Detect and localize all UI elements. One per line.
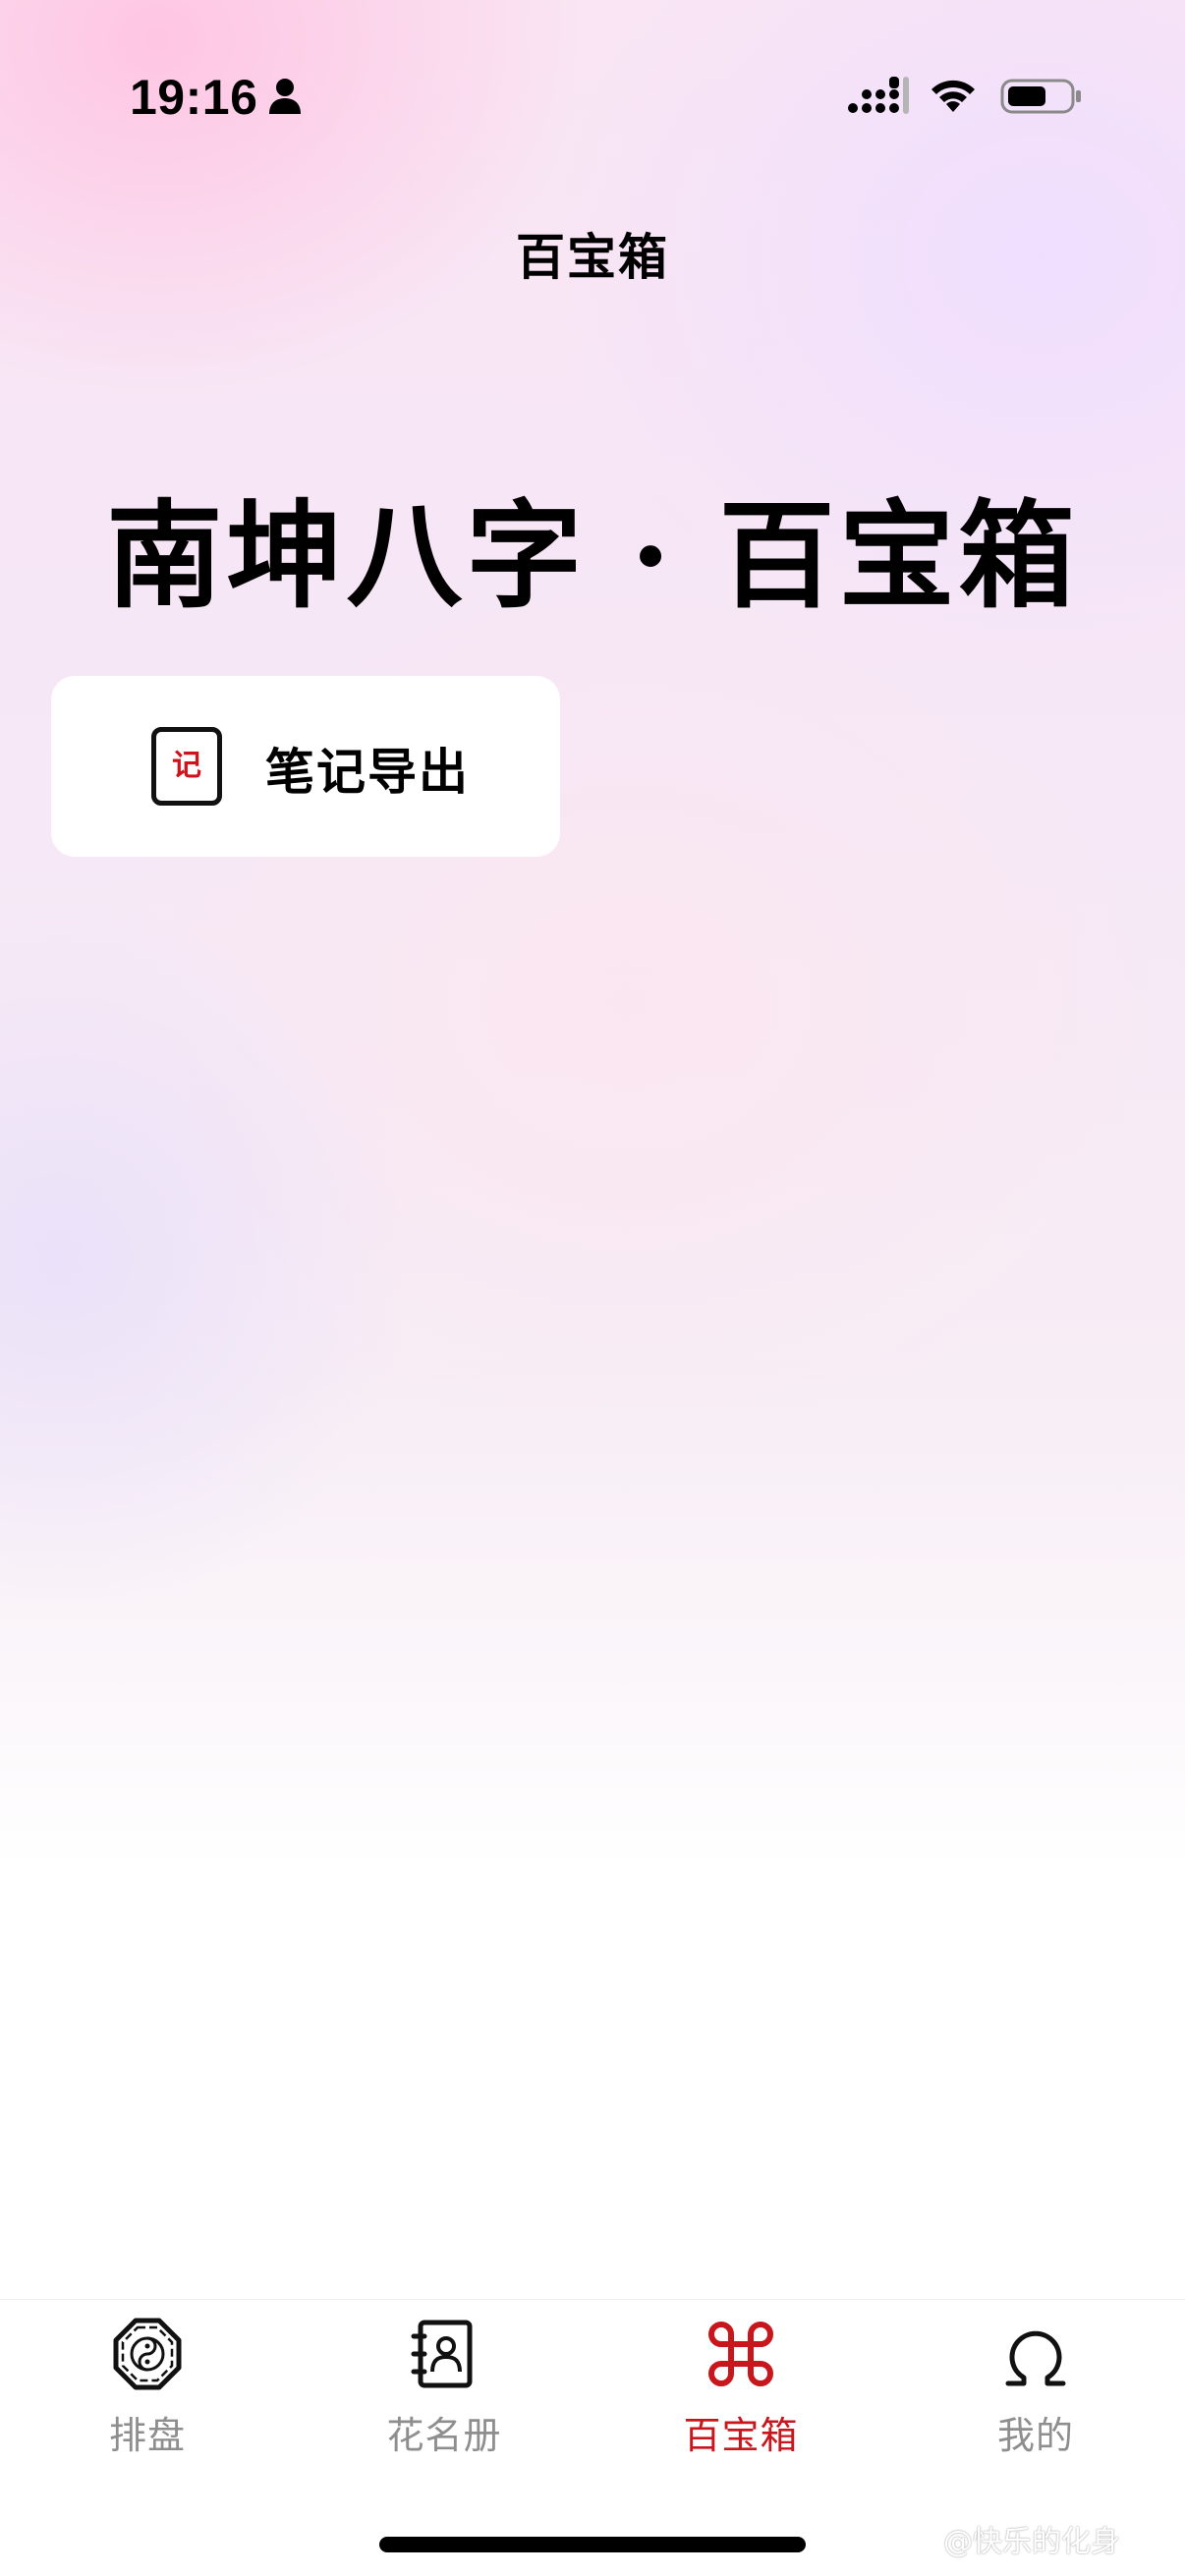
tab-label-mine: 我的 — [996, 2414, 1074, 2457]
contact-book-icon — [411, 2320, 473, 2388]
tab-roster[interactable]: 花名册 — [336, 2315, 552, 2472]
wifi-icon — [931, 80, 975, 112]
note-icon-glyph: 记 — [172, 749, 201, 783]
battery-icon — [1000, 79, 1081, 114]
tab-label-roster: 花名册 — [386, 2414, 502, 2457]
bagua-icon — [113, 2318, 182, 2390]
tab-toolbox[interactable]: 百宝箱 — [633, 2315, 849, 2472]
command-icon — [708, 2322, 773, 2386]
omega-profile-icon — [1005, 2330, 1066, 2386]
tab-label-paipan: 排盘 — [108, 2414, 186, 2457]
page-title: 百宝箱 — [516, 229, 669, 286]
cellular-signal-icon — [848, 77, 909, 114]
watermark: @快乐的化身 — [943, 2525, 1120, 2559]
status-time: 19:16 — [130, 70, 258, 125]
tab-label-toolbox: 百宝箱 — [683, 2414, 799, 2457]
toolbox-screen: 19:16 百宝箱 南坤八字 · 百宝箱 记 笔记导出 排盘 花名册 百宝箱 我… — [0, 0, 1185, 2576]
tab-mine[interactable]: 我的 — [928, 2315, 1144, 2472]
tab-paipan[interactable]: 排盘 — [39, 2315, 255, 2472]
person-icon — [269, 79, 301, 114]
hero-title: 南坤八字 · 百宝箱 — [106, 487, 1079, 624]
note-export-icon: 记 — [151, 727, 222, 806]
note-export-label: 笔记导出 — [265, 744, 470, 801]
home-indicator[interactable] — [379, 2537, 806, 2552]
note-export-card[interactable]: 记 笔记导出 — [51, 676, 560, 857]
